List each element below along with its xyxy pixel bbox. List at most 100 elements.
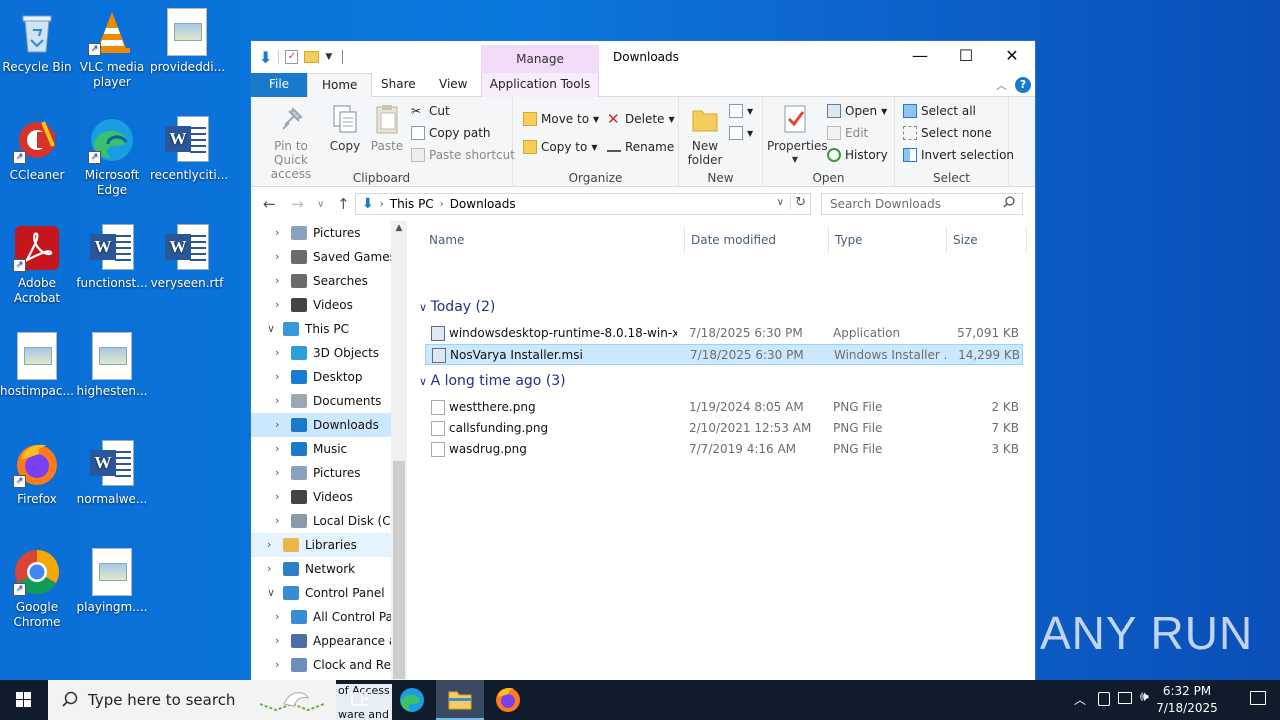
chevron-right-icon[interactable]: › xyxy=(275,509,279,533)
task-view-button[interactable] xyxy=(336,680,384,720)
chevron-down-icon[interactable]: ∨ xyxy=(267,581,275,605)
nav-item[interactable]: › Network xyxy=(251,557,391,581)
desktop-icon-ccleaner[interactable]: ↗ CCleaner xyxy=(0,116,74,183)
nav-item[interactable]: › Downloads xyxy=(251,413,391,437)
nav-item[interactable]: › Music xyxy=(251,437,391,461)
chevron-right-icon[interactable]: › xyxy=(275,221,279,245)
new-folder-icon[interactable] xyxy=(304,51,320,63)
breadcrumb-downloads[interactable]: Downloads xyxy=(450,197,516,211)
refresh-icon[interactable]: ↻ xyxy=(790,195,806,210)
network-icon[interactable] xyxy=(1118,692,1132,704)
column-header-type[interactable]: Type xyxy=(829,227,947,253)
chevron-right-icon[interactable]: › xyxy=(275,461,279,485)
customize-toolbar-icon[interactable]: ▼ xyxy=(325,52,332,62)
pin-to-quick-access-button[interactable]: Pin to Quick access xyxy=(257,103,325,181)
nav-item[interactable]: › Documents xyxy=(251,389,391,413)
move-to-button[interactable]: Move to ▼ xyxy=(523,109,599,129)
file-group-header[interactable]: ∨ Today (2) xyxy=(419,297,1019,317)
nav-item[interactable]: › All Control Par xyxy=(251,605,391,629)
address-dropdown-icon[interactable]: ∨ xyxy=(777,197,784,208)
recent-locations-icon[interactable]: ∨ xyxy=(317,199,324,210)
chevron-right-icon[interactable]: › xyxy=(275,653,279,677)
tab-application-tools[interactable]: Application Tools xyxy=(481,73,599,97)
tab-share[interactable]: Share xyxy=(367,73,430,97)
chevron-right-icon[interactable]: › xyxy=(275,605,279,629)
invert-selection-button[interactable]: Invert selection xyxy=(903,145,1014,165)
chevron-right-icon[interactable]: › xyxy=(275,341,279,365)
taskbar-firefox-button[interactable] xyxy=(484,680,532,720)
desktop-icon-recycle-bin[interactable]: Recycle Bin xyxy=(0,8,74,75)
open-button[interactable]: Open ▼ xyxy=(827,101,887,121)
chevron-right-icon[interactable]: › xyxy=(275,269,279,293)
history-button[interactable]: History xyxy=(827,145,888,165)
paste-shortcut-button[interactable]: Paste shortcut xyxy=(411,145,515,165)
minimize-button[interactable]: — xyxy=(897,41,943,71)
desktop-icon-adobe-acrobat[interactable]: ↗ Adobe Acrobat xyxy=(0,224,74,306)
device-icon[interactable] xyxy=(1098,692,1110,706)
maximize-button[interactable]: ☐ xyxy=(943,41,989,71)
copy-button[interactable]: Copy xyxy=(327,103,363,153)
desktop-icon-hostimpac[interactable]: hostimpac... xyxy=(0,332,74,399)
desktop-icon-provideddi[interactable]: provideddi... xyxy=(150,8,225,75)
nav-item[interactable]: ∨ This PC xyxy=(251,317,391,341)
nav-item[interactable]: › Pictures xyxy=(251,221,391,245)
nav-item[interactable]: › Clock and Regi xyxy=(251,653,391,677)
column-header-size[interactable]: Size xyxy=(947,227,1027,253)
file-row[interactable]: windowsdesktop-runtime-8.0.18-win-x6... 7… xyxy=(425,323,1023,344)
nav-item[interactable]: › 3D Objects xyxy=(251,341,391,365)
taskbar-search-box[interactable]: Type here to search xyxy=(48,680,336,720)
chevron-right-icon[interactable]: › xyxy=(275,293,279,317)
file-group-header[interactable]: ∨ A long time ago (3) xyxy=(419,371,1019,391)
column-header-name[interactable]: Name xyxy=(423,227,685,253)
chevron-right-icon[interactable]: › xyxy=(267,533,271,557)
desktop-icon-recentlyciti[interactable]: W recentlyciti... xyxy=(150,116,228,183)
edit-button[interactable]: Edit xyxy=(827,123,868,143)
taskbar-edge-button[interactable] xyxy=(388,680,436,720)
desktop-icon-firefox[interactable]: ↗ Firefox xyxy=(0,440,74,507)
properties-button[interactable]: Properties ▼ xyxy=(767,103,828,167)
new-folder-button[interactable]: New folder xyxy=(685,103,725,167)
chevron-down-icon[interactable]: ∨ xyxy=(267,317,275,341)
start-button[interactable] xyxy=(0,680,48,720)
nav-item[interactable]: ∨ Control Panel xyxy=(251,581,391,605)
chevron-right-icon[interactable]: › xyxy=(275,365,279,389)
file-row[interactable]: callsfunding.png 2/10/2021 12:53 AM PNG Fi… xyxy=(425,418,1023,439)
new-item-button[interactable]: ▼ xyxy=(729,101,753,121)
back-arrow-icon[interactable]: ← xyxy=(263,195,276,213)
paste-button[interactable]: Paste xyxy=(367,103,407,153)
chevron-right-icon[interactable]: › xyxy=(275,413,279,437)
nav-item[interactable]: › Desktop xyxy=(251,365,391,389)
chevron-right-icon[interactable]: › xyxy=(275,629,279,653)
close-button[interactable]: ✕ xyxy=(989,41,1035,71)
scrollbar-thumb[interactable] xyxy=(393,461,405,679)
chevron-right-icon[interactable]: › xyxy=(275,485,279,509)
chevron-right-icon[interactable]: › xyxy=(275,389,279,413)
desktop-icon-functionst[interactable]: W functionst... xyxy=(75,224,149,291)
nav-scrollbar[interactable]: ▲ xyxy=(391,221,407,681)
desktop-icon-playingm[interactable]: playingm.... xyxy=(75,548,149,615)
rename-button[interactable]: Rename xyxy=(607,137,674,157)
easy-access-button[interactable]: ▼ xyxy=(729,123,753,143)
nav-item[interactable]: › Searches xyxy=(251,269,391,293)
file-row[interactable]: wasdrug.png 7/7/2019 4:16 AM PNG File 3 KB xyxy=(425,439,1023,460)
tab-home[interactable]: Home xyxy=(307,73,373,98)
desktop-icon-highesten[interactable]: highesten... xyxy=(75,332,149,399)
properties-icon[interactable]: ✓ xyxy=(285,50,299,64)
chevron-right-icon[interactable]: › xyxy=(275,245,279,269)
select-none-button[interactable]: Select none xyxy=(903,123,992,143)
nav-item[interactable]: › Videos xyxy=(251,485,391,509)
notifications-icon[interactable] xyxy=(1250,691,1266,705)
nav-item[interactable]: › Appearance an xyxy=(251,629,391,653)
clock[interactable]: 6:32 PM 7/18/2025 xyxy=(1152,683,1222,717)
nav-item[interactable]: › Videos xyxy=(251,293,391,317)
chevron-right-icon[interactable]: › xyxy=(267,557,271,581)
desktop-icon-vlc[interactable]: ↗ VLC media player xyxy=(75,8,149,90)
tab-view[interactable]: View xyxy=(425,73,481,97)
column-header-date-modified[interactable]: Date modified xyxy=(685,227,829,253)
volume-icon[interactable]: 🕪 xyxy=(1140,689,1149,705)
delete-button[interactable]: ✕ Delete ▼ xyxy=(607,109,675,129)
cut-button[interactable]: ✂ Cut xyxy=(411,101,450,121)
desktop-icon-normalwe[interactable]: W normalwe... xyxy=(75,440,149,507)
desktop-icon-microsoft-edge[interactable]: ↗ Microsoft Edge xyxy=(75,116,149,198)
copy-to-button[interactable]: Copy to ▼ xyxy=(523,137,597,157)
